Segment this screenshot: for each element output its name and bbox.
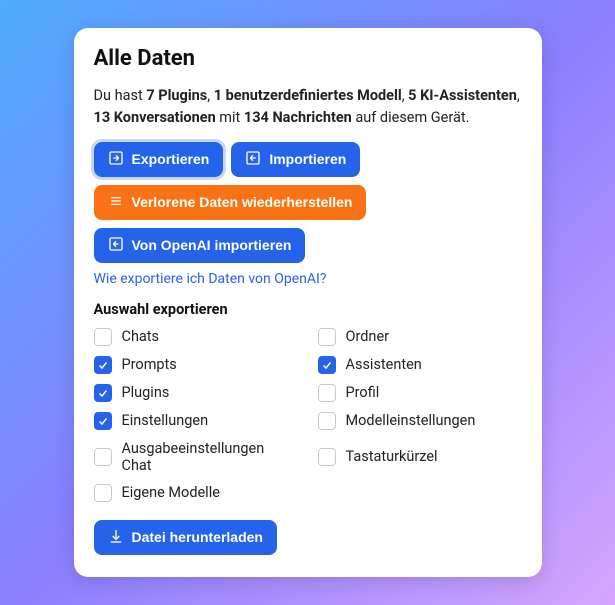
selection-heading: Auswahl exportieren: [94, 301, 522, 318]
checkbox-icon: [318, 384, 336, 402]
import-button[interactable]: Importieren: [231, 142, 360, 177]
download-button[interactable]: Datei herunterladen: [94, 520, 277, 555]
summary-pre: Du hast: [94, 87, 147, 104]
button-row-1: Exportieren Importieren: [94, 142, 522, 177]
checkbox-icon: [94, 356, 112, 374]
chats-label: Chats: [122, 328, 160, 345]
import-icon: [108, 236, 124, 255]
ownmodels-checkbox-row[interactable]: Eigene Modelle: [94, 484, 298, 502]
assistants-label: Assistenten: [346, 356, 422, 373]
export-label: Exportieren: [132, 151, 210, 167]
plugins-checkbox-row[interactable]: Plugins: [94, 384, 298, 402]
download-icon: [108, 528, 124, 547]
plugins-label: Plugins: [122, 384, 170, 401]
restore-button[interactable]: Verlorene Daten wiederherstellen: [94, 185, 367, 220]
profile-checkbox-row[interactable]: Profil: [318, 384, 522, 402]
checkbox-icon: [94, 412, 112, 430]
assistants-checkbox-row[interactable]: Assistenten: [318, 356, 522, 374]
restore-label: Verlorene Daten wiederherstellen: [132, 194, 353, 210]
modelsettings-checkbox-row[interactable]: Modelleinstellungen: [318, 412, 522, 430]
summary-with: mit: [216, 109, 244, 126]
shortcuts-label: Tastaturkürzel: [346, 448, 438, 465]
data-export-card: Alle Daten Du hast 7 Plugins, 1 benutzer…: [74, 28, 542, 576]
chats-checkbox-row[interactable]: Chats: [94, 328, 298, 346]
summary-models: 1 benutzerdefiniertes Modell: [214, 87, 402, 104]
download-label: Datei herunterladen: [132, 529, 263, 545]
outputsettings-label: Ausgabeeinstellungen Chat: [122, 440, 298, 474]
summary-assistants: 5 KI-Assistenten: [408, 87, 517, 104]
checkbox-icon: [318, 356, 336, 374]
checkbox-icon: [94, 484, 112, 502]
summary-text: Du hast 7 Plugins, 1 benutzerdefiniertes…: [94, 85, 522, 127]
prompts-label: Prompts: [122, 356, 177, 373]
openai-import-button[interactable]: Von OpenAI importieren: [94, 228, 306, 263]
list-icon: [108, 193, 124, 212]
checkbox-icon: [94, 448, 112, 466]
checkbox-icon: [318, 412, 336, 430]
checkbox-icon: [318, 448, 336, 466]
checkbox-grid: Chats Ordner Prompts Assistenten Plugins…: [94, 328, 522, 502]
checkbox-icon: [94, 328, 112, 346]
checkbox-icon: [318, 328, 336, 346]
shortcuts-checkbox-row[interactable]: Tastaturkürzel: [318, 440, 522, 474]
folders-checkbox-row[interactable]: Ordner: [318, 328, 522, 346]
sep: ,: [517, 87, 520, 104]
button-row-3: Von OpenAI importieren Wie exportiere ic…: [94, 228, 522, 287]
folders-label: Ordner: [346, 328, 390, 345]
page-title: Alle Daten: [94, 46, 522, 71]
outputsettings-checkbox-row[interactable]: Ausgabeeinstellungen Chat: [94, 440, 298, 474]
summary-post: auf diesem Gerät.: [352, 109, 470, 126]
settings-checkbox-row[interactable]: Einstellungen: [94, 412, 298, 430]
import-icon: [245, 150, 261, 169]
prompts-checkbox-row[interactable]: Prompts: [94, 356, 298, 374]
settings-label: Einstellungen: [122, 412, 209, 429]
export-button[interactable]: Exportieren: [94, 142, 224, 177]
import-label: Importieren: [269, 151, 346, 167]
summary-messages: 134 Nachrichten: [244, 109, 352, 126]
ownmodels-label: Eigene Modelle: [122, 484, 220, 501]
export-icon: [108, 150, 124, 169]
summary-conversations: 13 Konversationen: [94, 109, 216, 126]
profile-label: Profil: [346, 384, 380, 401]
summary-plugins: 7 Plugins: [146, 87, 207, 104]
openai-help-link[interactable]: Wie exportiere ich Daten von OpenAI?: [94, 271, 327, 287]
modelsettings-label: Modelleinstellungen: [346, 412, 476, 429]
openai-import-label: Von OpenAI importieren: [132, 237, 292, 253]
checkbox-icon: [94, 384, 112, 402]
button-row-2: Verlorene Daten wiederherstellen: [94, 185, 522, 220]
